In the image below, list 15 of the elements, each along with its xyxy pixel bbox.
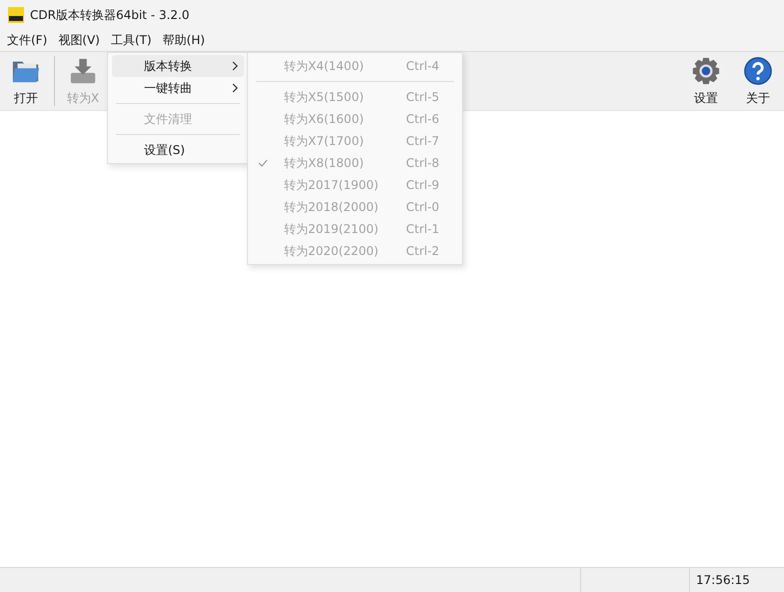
menu-item[interactable]: 帮助(H) (158, 30, 211, 51)
help-icon (743, 56, 773, 86)
app-logo-icon (8, 7, 24, 23)
menu-item[interactable]: 视图(V) (53, 30, 106, 51)
window-title: CDR版本转换器64bit - 3.2.0 (30, 6, 190, 24)
toolbar-button[interactable]: 设置 (680, 52, 732, 110)
menu-item[interactable]: 版本转换 (112, 55, 244, 77)
settings-icon (691, 56, 721, 86)
toolbar-button[interactable]: 关于 (732, 52, 784, 110)
menu-item[interactable]: 文件(F) (2, 30, 54, 51)
toolbar-button[interactable]: 打开 (0, 52, 52, 110)
status-time: 17:56:15 (696, 573, 750, 587)
menu-item[interactable]: 工具(T) (106, 30, 158, 51)
menu-item[interactable]: 设置(S) (112, 139, 244, 161)
menu-item[interactable]: 一键转曲 (112, 77, 244, 99)
